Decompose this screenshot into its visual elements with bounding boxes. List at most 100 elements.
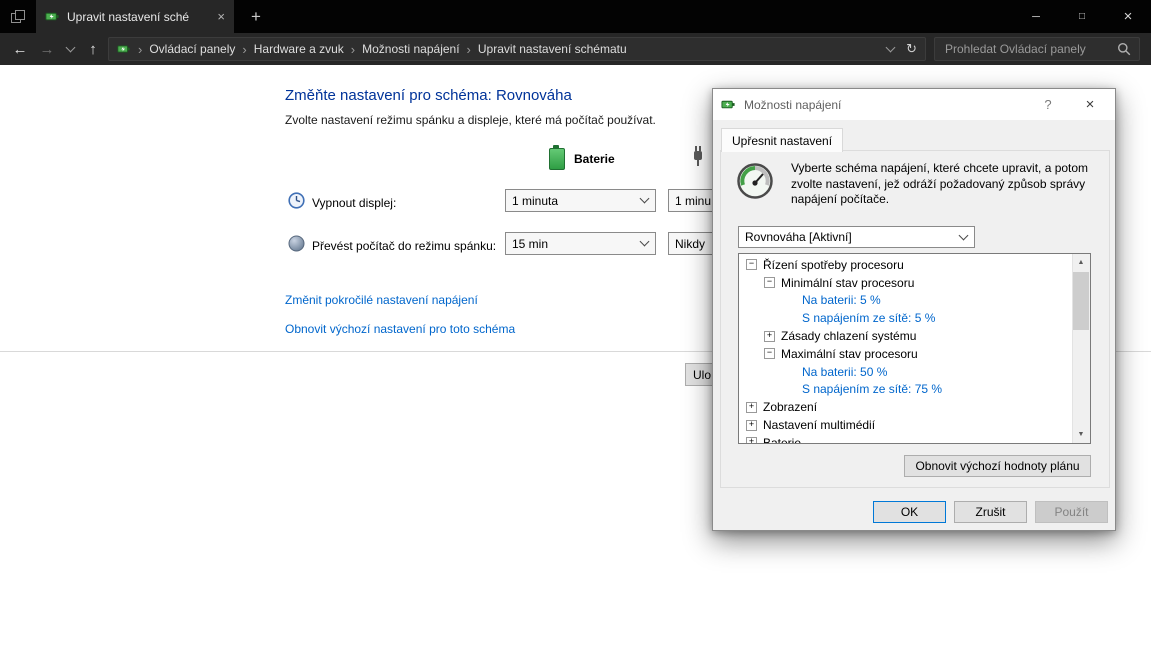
restore-plan-defaults-button[interactable]: Obnovit výchozí hodnoty plánu [904, 455, 1091, 477]
display-off-label: Vypnout displej: [312, 196, 397, 210]
tree-item[interactable]: Na baterii: 5 % [739, 292, 1073, 310]
page-title: Změňte nastavení pro schéma: Rovnováha [285, 87, 572, 104]
tree-item[interactable]: − Minimální stav procesoru [739, 274, 1073, 292]
tree-item-label: Na baterii: 50 % [802, 364, 888, 379]
ok-button[interactable]: OK [873, 501, 946, 523]
breadcrumb-separator: › [242, 41, 247, 57]
cancel-button[interactable]: Zrušit [954, 501, 1027, 523]
title-bar[interactable]: Upravit nastavení sché × + ─ □ × [0, 0, 1151, 33]
tree-item[interactable]: − Řízení spotřeby procesoru [739, 256, 1073, 274]
tree-item[interactable]: + Zásady chlazení systému [739, 327, 1073, 345]
tree-item[interactable]: + Baterie [739, 434, 1073, 444]
display-battery-select[interactable]: 1 minuta [505, 189, 656, 212]
tree-item-label: S napájením ze sítě: 75 % [802, 382, 943, 397]
history-dropdown-button[interactable] [60, 33, 80, 65]
search-box[interactable] [934, 37, 1140, 61]
restore-default-settings-link[interactable]: Obnovit výchozí nastavení pro toto schém… [285, 322, 515, 336]
tree-item[interactable]: Na baterii: 50 % [739, 363, 1073, 381]
sleep-label: Převést počítač do režimu spánku: [312, 239, 497, 253]
dialog-title: Možnosti napájení [744, 97, 842, 112]
tree-item[interactable]: S napájením ze sítě: 75 % [739, 381, 1073, 399]
chevron-down-icon [958, 230, 969, 240]
power-meter-icon [737, 163, 773, 199]
apply-button[interactable]: Použít [1035, 501, 1108, 523]
minimize-button[interactable]: ─ [1013, 0, 1059, 33]
power-plan-select[interactable]: Rovnováha [Aktivní] [738, 226, 975, 248]
tree-item-label: S napájením ze sítě: 5 % [802, 311, 936, 326]
up-button[interactable]: ↑ [80, 33, 106, 65]
tree-item-label: Zobrazení [763, 400, 818, 415]
power-options-dialog: Možnosti napájení ? × Upřesnit nastavení… [712, 88, 1116, 531]
chevron-down-icon [65, 42, 75, 52]
chevron-down-icon [639, 236, 650, 247]
explorer-window: Upravit nastavení sché × + ─ □ × ← → ↑ ›… [0, 0, 1151, 646]
breadcrumb-item-control-panel[interactable]: Ovládací panely [149, 42, 235, 56]
page-subtitle: Zvolte nastavení režimu spánku a displej… [285, 113, 656, 127]
tree-item-label: Řízení spotřeby procesoru [763, 257, 904, 272]
tree-rows: − Řízení spotřeby procesoru − Minimální … [739, 256, 1073, 444]
dialog-description: Vyberte schéma napájení, které chcete up… [791, 161, 1089, 206]
select-value: Rovnováha [Aktivní] [745, 230, 852, 244]
chevron-down-icon [639, 193, 650, 204]
tree-item-label: Minimální stav procesoru [781, 275, 915, 290]
collapse-icon[interactable]: − [764, 348, 775, 360]
tab-close-button[interactable]: × [217, 10, 225, 23]
tab-list-icon[interactable] [11, 10, 25, 23]
tree-item-label: Maximální stav procesoru [781, 346, 918, 361]
breadcrumb-separator: › [466, 41, 471, 57]
breadcrumb-separator: › [138, 41, 143, 57]
tree-item-label: Zásady chlazení systému [781, 329, 917, 344]
scroll-thumb[interactable] [1073, 272, 1089, 330]
search-input[interactable] [943, 41, 1117, 57]
power-options-icon [45, 12, 59, 21]
breadcrumb-item-edit-plan[interactable]: Upravit nastavení schématu [478, 42, 627, 56]
scroll-up-button[interactable]: ▲ [1073, 254, 1089, 271]
dialog-title-bar[interactable]: Možnosti napájení ? × [713, 89, 1115, 120]
tree-item[interactable]: S napájením ze sítě: 5 % [739, 309, 1073, 327]
tab-advanced-settings[interactable]: Upřesnit nastavení [721, 128, 844, 152]
tree-scrollbar[interactable]: ▲ ▼ [1072, 254, 1090, 443]
tab-power-settings[interactable]: Upravit nastavení sché × [36, 0, 234, 33]
ac-plug-icon [694, 146, 702, 166]
tree-item-label: Baterie [763, 435, 802, 444]
forward-button[interactable]: → [34, 33, 60, 65]
tree-item-label: Nastavení multimédií [763, 418, 876, 433]
scroll-down-button[interactable]: ▼ [1073, 426, 1089, 443]
dialog-close-button[interactable]: × [1073, 89, 1107, 120]
sleep-moon-icon [288, 235, 305, 252]
collapse-icon[interactable]: − [764, 277, 775, 289]
back-button[interactable]: ← [6, 33, 34, 65]
advanced-power-settings-link[interactable]: Změnit pokročilé nastavení napájení [285, 293, 478, 307]
clock-icon [288, 192, 305, 209]
window-controls: ─ □ × [1013, 0, 1151, 33]
maximize-button[interactable]: □ [1059, 0, 1105, 33]
tree-item[interactable]: − Maximální stav procesoru [739, 345, 1073, 363]
search-icon [1118, 43, 1131, 56]
expand-icon[interactable]: + [746, 401, 757, 413]
expand-icon[interactable]: + [764, 330, 775, 342]
settings-tree[interactable]: − Řízení spotřeby procesoru − Minimální … [738, 253, 1091, 444]
help-button[interactable]: ? [1031, 89, 1065, 120]
collapse-icon[interactable]: − [746, 259, 757, 271]
tab-title: Upravit nastavení sché [67, 9, 190, 24]
address-bar: ← → ↑ › Ovládací panely › Hardware a zvu… [0, 33, 1151, 65]
tree-item[interactable]: + Nastavení multimédií [739, 416, 1073, 434]
breadcrumb-separator: › [350, 41, 356, 57]
expand-icon[interactable]: + [746, 437, 757, 443]
breadcrumb-item-power-options[interactable]: Možnosti napájení [362, 42, 459, 56]
refresh-button[interactable]: ↻ [906, 41, 917, 57]
breadcrumb-item-hardware-sound[interactable]: Hardware a zvuk [254, 42, 344, 56]
battery-icon [549, 145, 565, 170]
new-tab-button[interactable]: + [242, 0, 270, 33]
battery-column-header: Baterie [574, 152, 615, 166]
expand-icon[interactable]: + [746, 419, 757, 431]
breadcrumb[interactable]: › Ovládací panely › Hardware a zvuk › Mo… [108, 37, 926, 61]
select-value: 15 min [512, 236, 549, 251]
power-options-icon [117, 45, 130, 53]
close-button[interactable]: × [1105, 0, 1151, 33]
address-dropdown-button[interactable] [885, 42, 896, 52]
select-value: 1 minuta [512, 193, 559, 208]
tree-item[interactable]: + Zobrazení [739, 398, 1073, 416]
power-options-icon [721, 100, 735, 109]
sleep-battery-select[interactable]: 15 min [505, 232, 656, 255]
